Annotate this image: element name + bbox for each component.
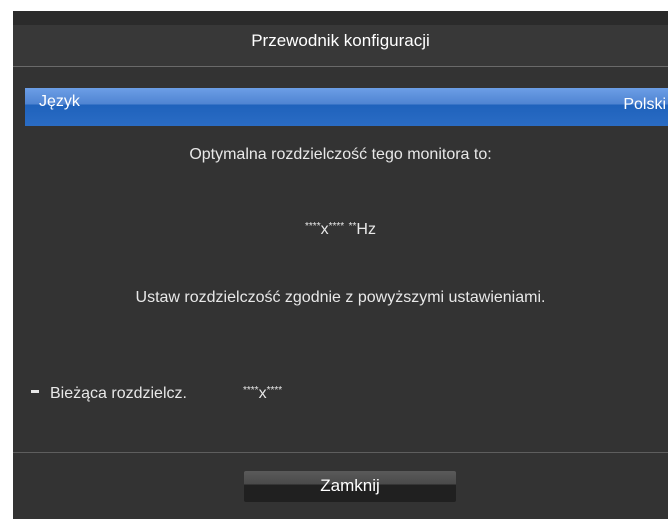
- dash-bullet-icon: [31, 390, 39, 394]
- current-height-stars: ****: [266, 385, 283, 396]
- resolution-width-stars: ****: [305, 221, 321, 232]
- resolution-x: x: [320, 221, 329, 238]
- optimal-resolution-text: Optymalna rozdzielczość tego monitora to…: [189, 146, 492, 163]
- dialog-title: Przewodnik konfiguracji: [251, 31, 430, 50]
- footer-divider: [13, 452, 668, 453]
- refresh-rate-unit: Hz: [356, 221, 376, 238]
- close-button[interactable]: Zamknij: [244, 471, 456, 502]
- current-x: x: [258, 385, 267, 402]
- title-bar: Przewodnik konfiguracji: [13, 11, 668, 67]
- resolution-height-stars: ****: [328, 221, 345, 232]
- language-label: Język: [39, 93, 80, 110]
- current-width-stars: ****: [243, 385, 259, 396]
- current-resolution-row: Bieżąca rozdzielcz.: [31, 385, 187, 403]
- setup-guide-dialog: Przewodnik konfiguracji Język Polski Opt…: [13, 11, 668, 519]
- language-value: Polski: [623, 96, 666, 113]
- optimal-resolution-value: ****x**** **Hz: [13, 221, 668, 239]
- instruction-text: Ustaw rozdzielczość zgodnie z powyższymi…: [135, 289, 546, 306]
- language-selector[interactable]: Język Polski: [25, 88, 668, 126]
- current-resolution-value: ****x****: [243, 385, 282, 403]
- current-resolution-label: Bieżąca rozdzielcz.: [50, 385, 187, 402]
